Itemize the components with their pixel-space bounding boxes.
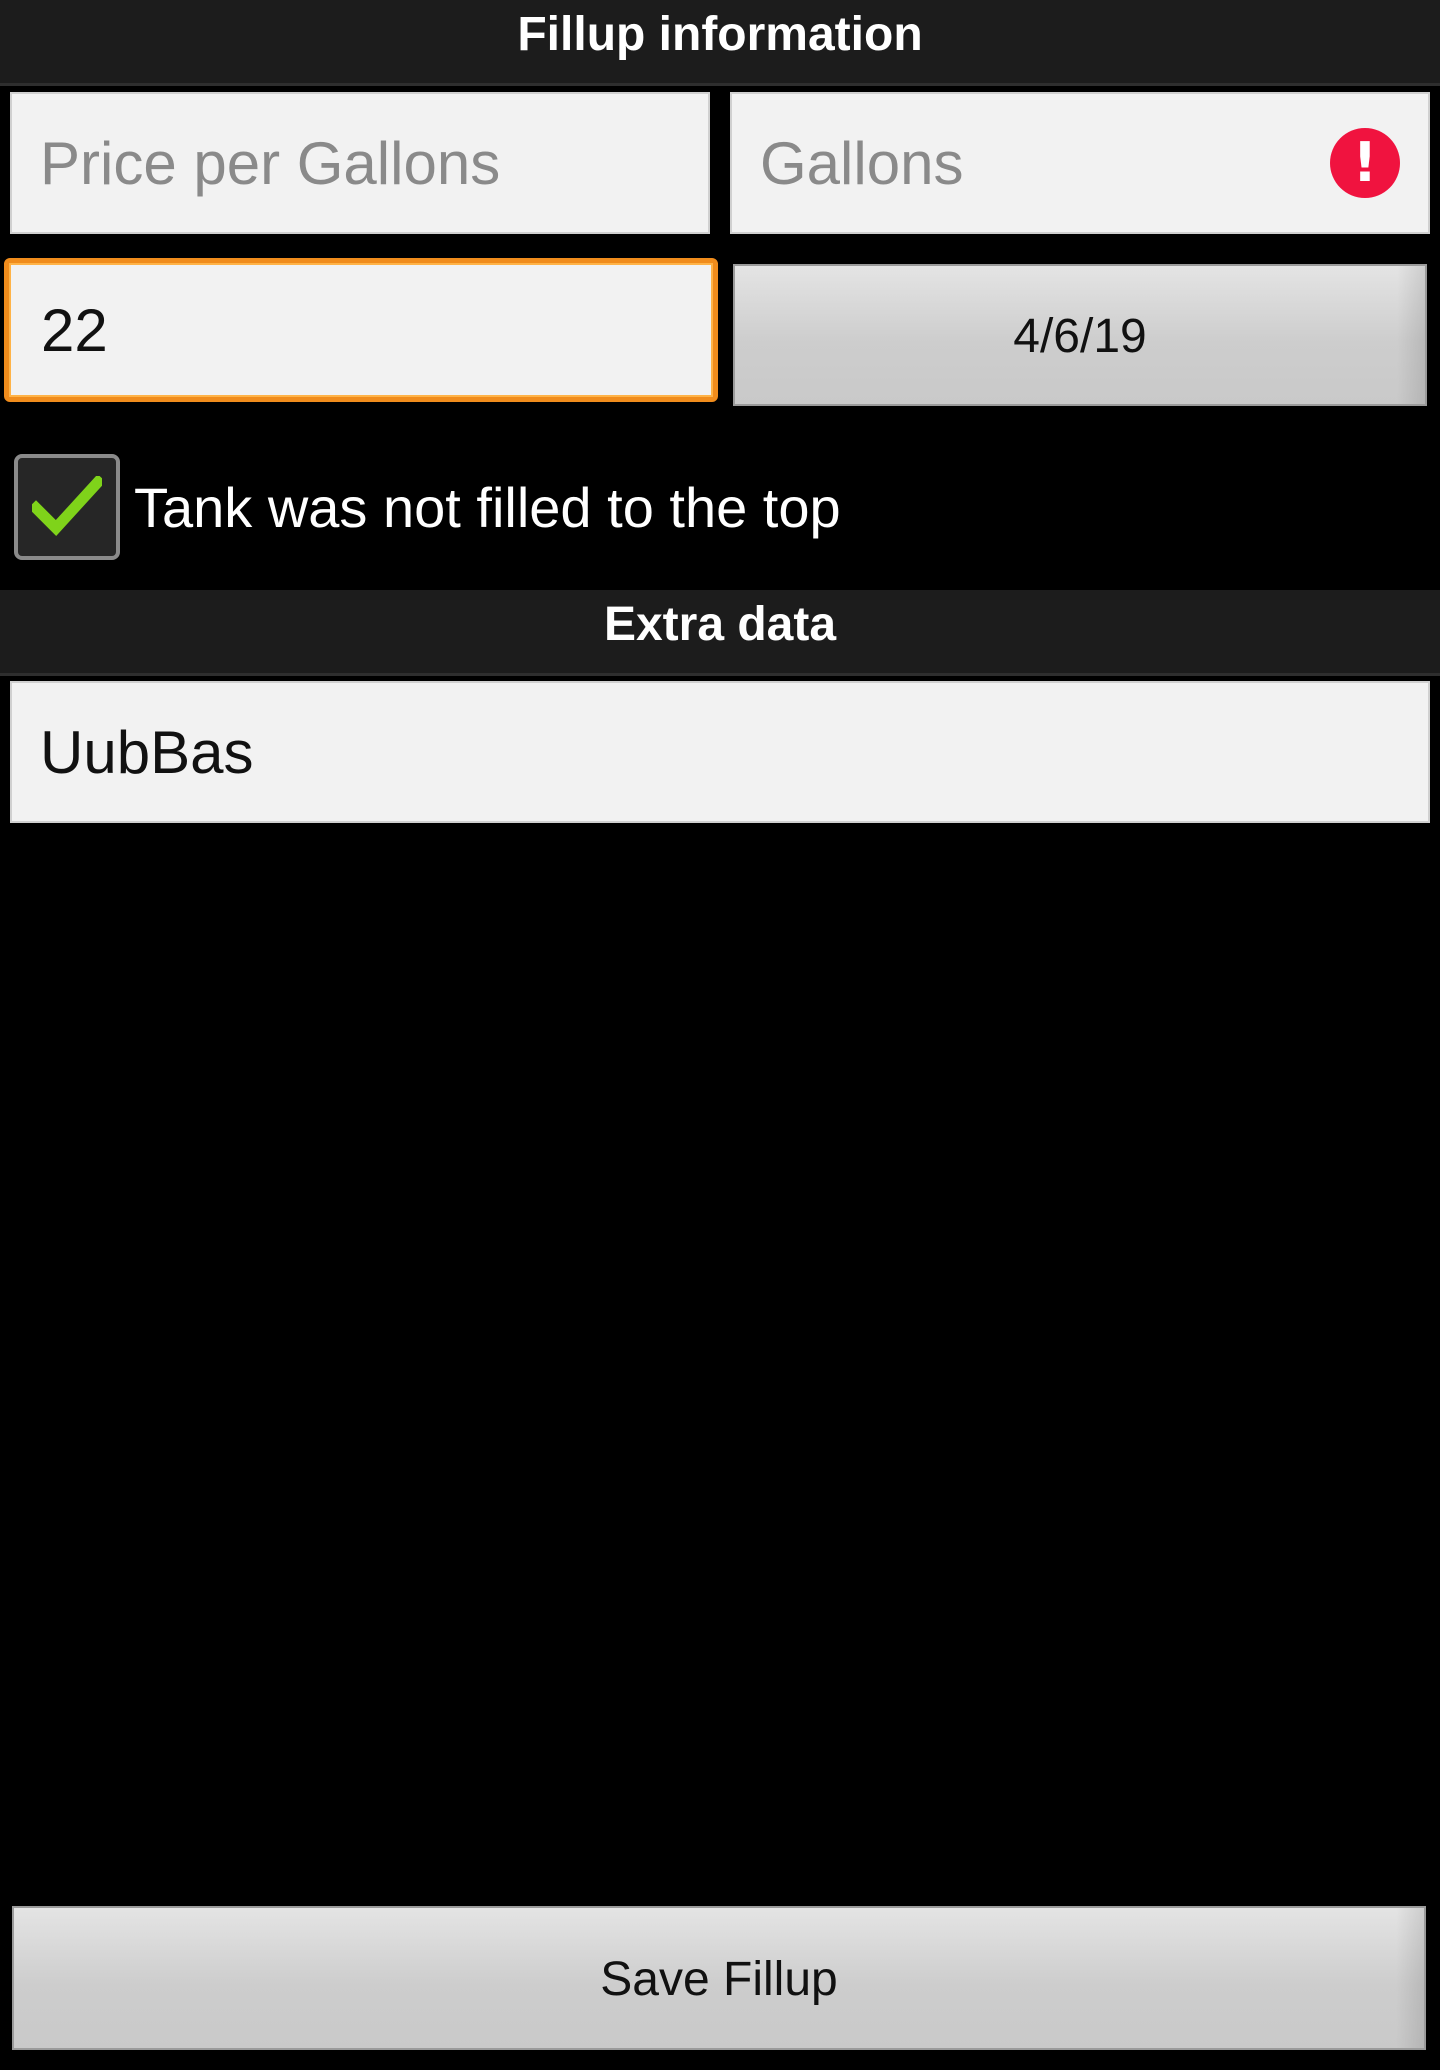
price-per-gallon-input[interactable]: Price per Gallons [10, 92, 710, 234]
extra-notes-input[interactable]: UubBas [10, 681, 1430, 823]
gallons-input[interactable]: Gallons ! [730, 92, 1430, 234]
save-fillup-button[interactable]: Save Fillup [12, 1906, 1426, 2050]
error-exclamation-icon[interactable]: ! [1330, 128, 1400, 198]
checkmark-icon [32, 476, 102, 536]
partial-fill-checkbox[interactable] [14, 454, 120, 560]
date-picker-button[interactable]: 4/6/19 [733, 264, 1427, 406]
odometer-input[interactable]: 22 [4, 258, 718, 402]
partial-fill-label[interactable]: Tank was not filled to the top [134, 470, 841, 546]
gallons-placeholder: Gallons [760, 129, 964, 197]
fillup-information-header: Fillup information [0, 0, 1440, 86]
extra-data-header: Extra data [0, 590, 1440, 676]
